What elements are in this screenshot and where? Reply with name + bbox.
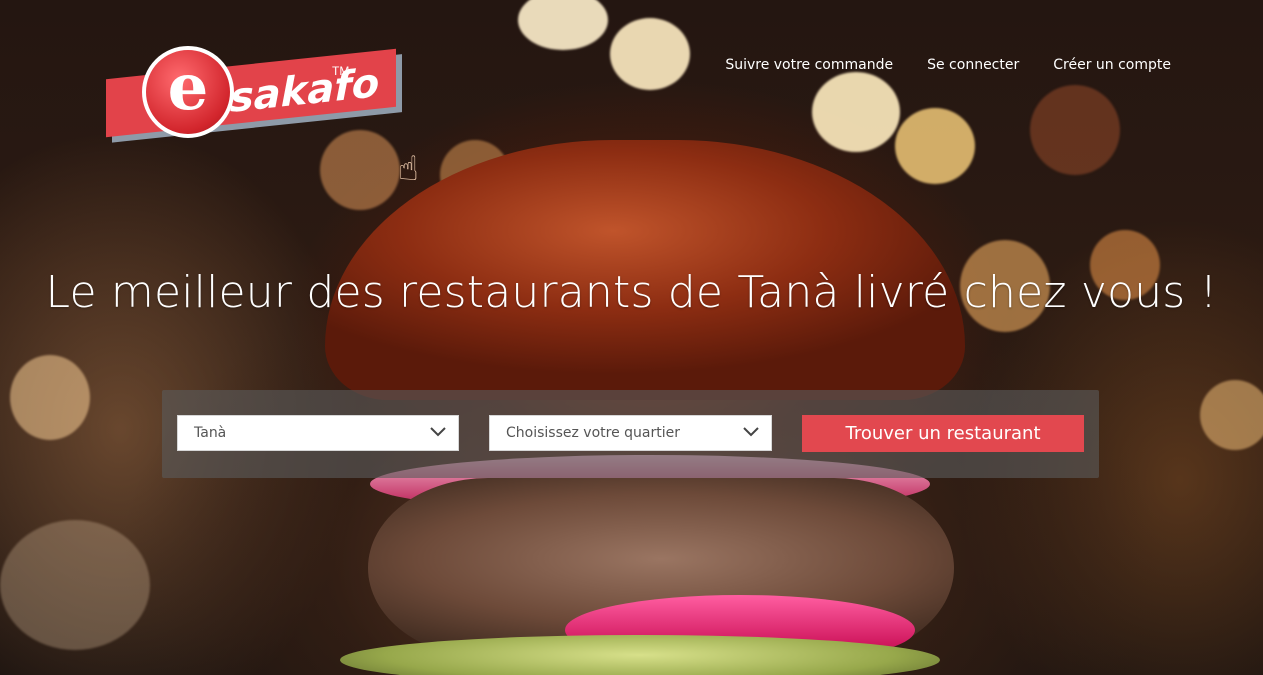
bokeh-light: [10, 355, 90, 440]
city-select[interactable]: Tanà: [177, 415, 459, 451]
hero-background: e sakafo TM Suivre votre commande Se con…: [0, 0, 1263, 675]
bokeh-light: [610, 18, 690, 90]
nav-login-link[interactable]: Se connecter: [927, 57, 1019, 73]
hand-pointer-icon: ☝: [398, 150, 419, 188]
bokeh-light: [812, 72, 900, 152]
bokeh-light: [518, 0, 608, 50]
find-restaurant-button[interactable]: Trouver un restaurant: [802, 415, 1084, 452]
bokeh-light: [1030, 85, 1120, 175]
trademark-mark: TM: [332, 64, 350, 78]
bokeh-light: [320, 130, 400, 210]
chevron-down-icon: [430, 427, 446, 437]
chevron-down-icon: [743, 427, 759, 437]
bokeh-light: [0, 520, 150, 650]
quarter-select-placeholder: Choisissez votre quartier: [506, 425, 680, 441]
nav-signup-link[interactable]: Créer un compte: [1053, 57, 1171, 73]
bokeh-light: [1200, 380, 1263, 450]
restaurant-search-panel: Tanà Choisissez votre quartier Trouver u…: [162, 390, 1099, 478]
bokeh-light: [895, 108, 975, 184]
page-title: Le meilleur des restaurants de Tanà livr…: [45, 267, 1218, 319]
quarter-select[interactable]: Choisissez votre quartier: [489, 415, 772, 451]
brand-logo[interactable]: e sakafo TM: [106, 44, 406, 140]
logo-emblem: e: [142, 46, 234, 138]
top-navigation: Suivre votre commande Se connecter Créer…: [725, 57, 1171, 73]
city-select-value: Tanà: [194, 425, 227, 441]
nav-track-order-link[interactable]: Suivre votre commande: [725, 57, 893, 73]
